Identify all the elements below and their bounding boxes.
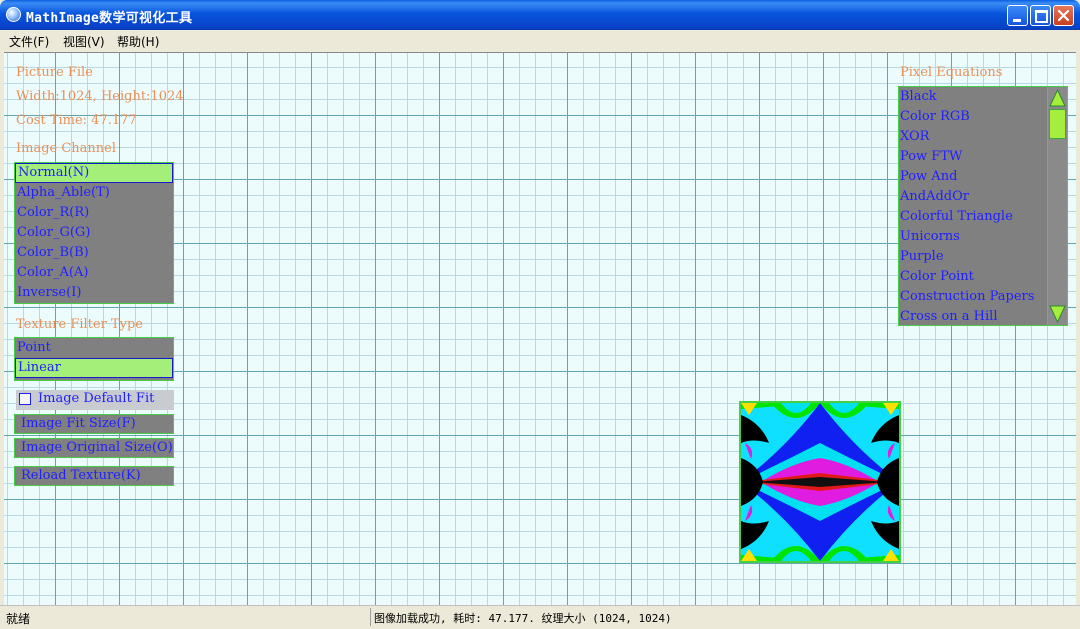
equation-item-cross-on-a-hill[interactable]: Cross on a Hill [899,307,1047,325]
equation-item-unicorns[interactable]: Unicorns [899,227,1047,247]
scroll-down-icon[interactable] [1049,304,1066,324]
menu-bar: 文件(F) 视图(V) 帮助(H) [0,30,1080,50]
menu-file[interactable]: 文件(F) [9,33,49,50]
texture-filter-label: Texture Filter Type [16,317,143,332]
window-title: MathImage数学可视化工具 [26,11,193,26]
image-fit-size-button[interactable]: Image Fit Size(F) [14,414,174,434]
equation-item-andaddor[interactable]: AndAddOr [899,187,1047,207]
image-original-size-button[interactable]: Image Original Size(O) [14,438,174,458]
texture-filter-list[interactable]: Point Linear [14,337,174,381]
picture-file-label: Picture File [16,65,93,80]
math-image-preview [739,401,901,563]
channel-item-alpha-a[interactable]: Color_A(A) [15,263,173,283]
render-canvas[interactable]: Picture File Width:1024, Height:1024 Cos… [4,52,1076,605]
channel-item-inverse[interactable]: Inverse(I) [15,283,173,303]
channel-item-green[interactable]: Color_G(G) [15,223,173,243]
scroll-thumb[interactable] [1049,109,1066,139]
image-channel-label: Image Channel [16,141,117,156]
app-window: MathImage数学可视化工具 文件(F) 视图(V) 帮助(H) Pictu… [0,0,1080,629]
image-size-text: Width:1024, Height:1024 [16,89,184,104]
status-load-message: 图像加载成功, 耗时: 47.177. 纹理大小 (1024, 1024) [374,612,672,625]
globe-icon[interactable] [6,7,21,22]
equation-item-xor[interactable]: XOR [899,127,1047,147]
equation-item-colorful-triangle[interactable]: Colorful Triangle [899,207,1047,227]
status-bar: 就绪 图像加载成功, 耗时: 47.177. 纹理大小 (1024, 1024) [0,605,1080,629]
default-fit-checkbox-row[interactable]: Image Default Fit [16,390,174,410]
close-button[interactable] [1053,5,1074,26]
equation-item-purple[interactable]: Purple [899,247,1047,267]
filter-item-linear[interactable]: Linear [15,358,173,378]
channel-item-normal[interactable]: Normal(N) [15,163,173,183]
image-channel-list[interactable]: Normal(N) Alpha_Able(T) Color_R(R) Color… [14,162,174,304]
pixel-equations-label: Pixel Equations [900,65,1003,80]
pixel-equations-items: Black Color RGB XOR Pow FTW Pow And AndA… [899,87,1047,325]
cost-time-text: Cost Time: 47.177 [16,113,137,128]
equation-item-construction-papers[interactable]: Construction Papers [899,287,1047,307]
filter-item-point[interactable]: Point [15,338,173,358]
equations-scrollbar[interactable] [1047,87,1067,325]
minimize-button[interactable] [1007,5,1028,26]
menu-view[interactable]: 视图(V) [63,33,105,50]
close-icon [1058,10,1069,21]
default-fit-checkbox[interactable] [19,393,31,405]
channel-item-alpha[interactable]: Alpha_Able(T) [15,183,173,203]
status-ready-text: 就绪 [6,612,31,626]
pixel-equations-list[interactable]: Black Color RGB XOR Pow FTW Pow And AndA… [898,86,1068,326]
status-separator [370,608,371,626]
channel-item-blue[interactable]: Color_B(B) [15,243,173,263]
reload-texture-button[interactable]: Reload Texture(K) [14,466,174,486]
equation-item-black[interactable]: Black [899,87,1047,107]
default-fit-label: Image Default Fit [38,391,155,406]
equation-item-color-rgb[interactable]: Color RGB [899,107,1047,127]
scroll-up-icon[interactable] [1049,88,1066,108]
equation-item-color-point[interactable]: Color Point [899,267,1047,287]
channel-item-red[interactable]: Color_R(R) [15,203,173,223]
equation-item-pow-and[interactable]: Pow And [899,167,1047,187]
fractal-image [741,403,899,561]
equation-item-pow-ftw[interactable]: Pow FTW [899,147,1047,167]
title-bar[interactable]: MathImage数学可视化工具 [0,0,1080,30]
maximize-button[interactable] [1030,5,1051,26]
menu-help[interactable]: 帮助(H) [117,33,159,50]
